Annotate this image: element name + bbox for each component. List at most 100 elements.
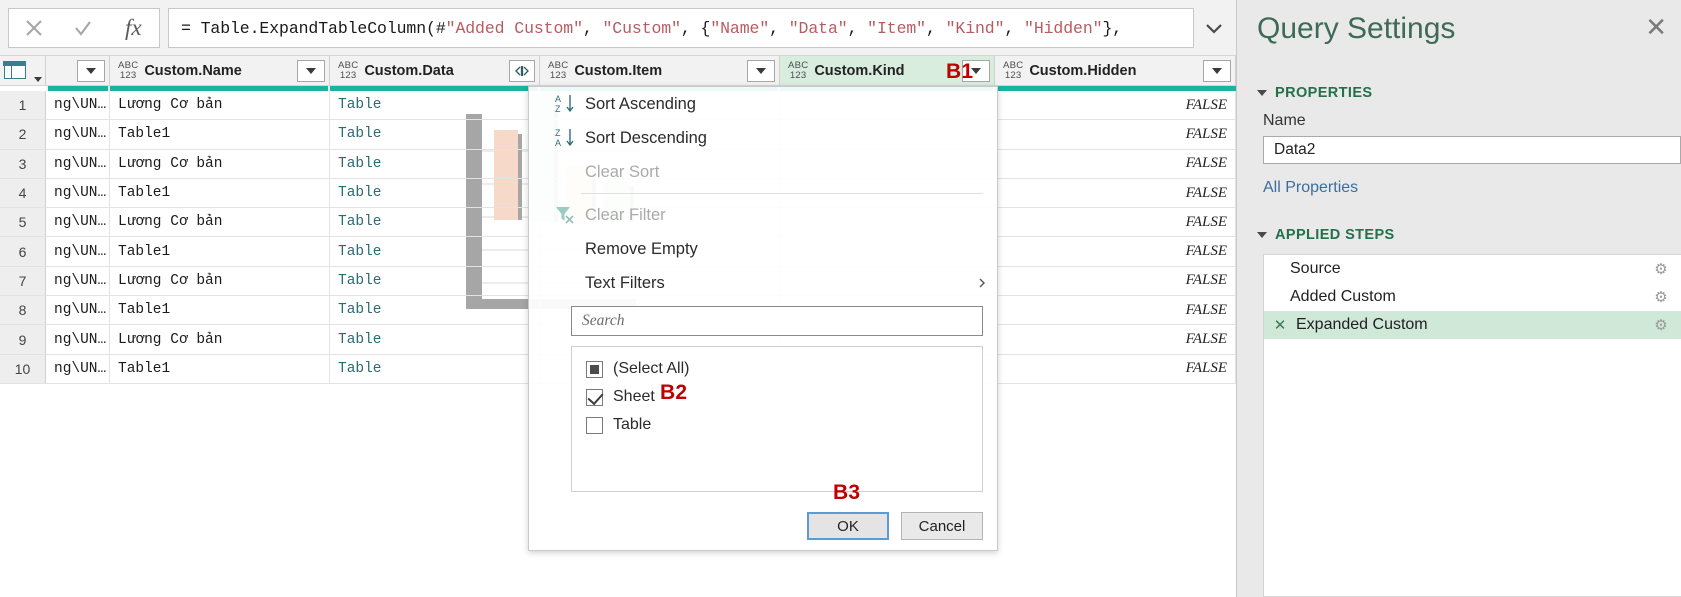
- cancel-button[interactable]: Cancel: [901, 512, 983, 540]
- gear-icon[interactable]: ⚙: [1653, 288, 1669, 306]
- gear-icon[interactable]: ⚙: [1653, 316, 1669, 334]
- table-cell[interactable]: ng\UN…: [46, 266, 110, 296]
- applied-step-added-custom[interactable]: Added Custom ⚙: [1264, 283, 1681, 311]
- table-cell[interactable]: FALSE: [995, 296, 1236, 325]
- column-header-index[interactable]: [46, 56, 110, 85]
- search-placeholder: Search: [582, 312, 625, 329]
- table-cell[interactable]: Table1: [110, 178, 330, 208]
- properties-section-header[interactable]: PROPERTIES: [1257, 85, 1372, 101]
- formula-input[interactable]: = Table.ExpandTableColumn(#"Added Custom…: [168, 8, 1194, 48]
- filter-value-list: (Select All) Sheet Table: [571, 346, 983, 492]
- table-cell[interactable]: ng\UN…: [46, 325, 110, 354]
- applied-step-label: Expanded Custom: [1296, 316, 1428, 333]
- menu-item-clear-filter[interactable]: Clear Filter: [529, 198, 997, 232]
- query-name-field[interactable]: Data2: [1263, 136, 1681, 164]
- ok-button[interactable]: OK: [807, 512, 889, 540]
- table-cell[interactable]: Table: [330, 91, 540, 120]
- menu-item-clear-sort[interactable]: Clear Sort: [529, 155, 997, 189]
- menu-item-label: Text Filters: [585, 273, 665, 292]
- table-cell[interactable]: FALSE: [995, 266, 1236, 296]
- query-settings-panel: Query Settings ✕ PROPERTIES Name Data2 A…: [1236, 0, 1681, 597]
- list-item-label: (Select All): [613, 360, 690, 377]
- table-cell[interactable]: Table: [330, 325, 540, 354]
- menu-item-sort-descending[interactable]: Z A Sort Descending: [529, 121, 997, 155]
- table-cell[interactable]: ng\UN…: [46, 296, 110, 325]
- column-filter-button[interactable]: [747, 59, 775, 82]
- checkbox-table[interactable]: [586, 416, 603, 434]
- table-cell[interactable]: Table1: [110, 296, 330, 325]
- table-cell[interactable]: FALSE: [995, 354, 1236, 383]
- close-icon[interactable]: ✕: [1645, 14, 1667, 40]
- list-item[interactable]: Sheet: [572, 383, 982, 411]
- all-properties-link[interactable]: All Properties: [1263, 179, 1358, 197]
- table-cell[interactable]: ng\UN…: [46, 120, 110, 149]
- column-header-custom-item[interactable]: ABC 123 Custom.Item: [540, 56, 780, 85]
- table-cell[interactable]: Lương Cơ bản: [110, 325, 330, 354]
- column-filter-button[interactable]: [297, 59, 325, 82]
- checkbox--select-all-[interactable]: [586, 360, 603, 378]
- table-cell[interactable]: ng\UN…: [46, 149, 110, 178]
- menu-item-sort-ascending[interactable]: A Z Sort Ascending: [529, 87, 997, 121]
- accept-formula-icon[interactable]: [58, 9, 107, 47]
- list-item[interactable]: Table: [572, 411, 982, 439]
- applied-steps-section-header[interactable]: APPLIED STEPS: [1257, 227, 1395, 243]
- table-cell[interactable]: Table1: [110, 237, 330, 266]
- menu-item-remove-empty[interactable]: Remove Empty: [529, 232, 997, 266]
- table-cell[interactable]: Table: [330, 208, 540, 237]
- table-cell[interactable]: Lương Cơ bản: [110, 266, 330, 296]
- table-cell[interactable]: Table1: [110, 354, 330, 383]
- chevron-down-icon: [756, 67, 766, 74]
- column-filter-button[interactable]: [77, 59, 105, 82]
- table-cell[interactable]: Table: [330, 149, 540, 178]
- delete-step-icon[interactable]: ✕: [1272, 316, 1288, 334]
- column-header-custom-hidden[interactable]: ABC 123 Custom.Hidden: [995, 56, 1236, 85]
- type-abc123-icon: ABC 123: [548, 59, 569, 81]
- applied-step-label: Added Custom: [1290, 288, 1396, 305]
- table-cell[interactable]: Table: [330, 296, 540, 325]
- menu-item-text-filters[interactable]: Text Filters: [529, 266, 997, 300]
- checkbox-sheet[interactable]: [586, 388, 603, 406]
- applied-step-expanded-custom[interactable]: ✕ Expanded Custom ⚙: [1264, 311, 1681, 339]
- select-all-corner[interactable]: [0, 56, 46, 85]
- svg-text:Z: Z: [555, 104, 561, 114]
- sort-descending-icon: ZA: [545, 127, 585, 149]
- table-cell[interactable]: Lương Cơ bản: [110, 208, 330, 237]
- table-cell[interactable]: ng\UN…: [46, 91, 110, 120]
- column-filter-button[interactable]: [1203, 59, 1231, 82]
- column-header-custom-data[interactable]: ABC 123 Custom.Data: [330, 56, 540, 85]
- list-item[interactable]: (Select All): [572, 355, 982, 383]
- cancel-formula-icon[interactable]: [9, 9, 58, 47]
- table-cell[interactable]: ng\UN…: [46, 208, 110, 237]
- type-abc123-icon: ABC 123: [118, 59, 139, 81]
- table-cell[interactable]: Table: [330, 354, 540, 383]
- table-cell[interactable]: Table: [330, 237, 540, 266]
- table-cell[interactable]: Table: [330, 266, 540, 296]
- expand-column-button[interactable]: [509, 59, 535, 82]
- table-cell[interactable]: ng\UN…: [46, 178, 110, 208]
- chevron-down-icon: [1257, 90, 1267, 96]
- table-cell[interactable]: FALSE: [995, 325, 1236, 354]
- row-number: 5: [0, 208, 46, 237]
- column-header-custom-name[interactable]: ABC 123 Custom.Name: [110, 56, 330, 85]
- table-cell[interactable]: FALSE: [995, 208, 1236, 237]
- search-input[interactable]: Search: [571, 306, 983, 336]
- table-cell[interactable]: ng\UN…: [46, 354, 110, 383]
- table-cell[interactable]: Table1: [110, 120, 330, 149]
- table-cell[interactable]: FALSE: [995, 91, 1236, 120]
- table-cell[interactable]: FALSE: [995, 120, 1236, 149]
- applied-step-source[interactable]: Source ⚙: [1264, 255, 1681, 283]
- menu-separator: [581, 193, 983, 194]
- table-cell[interactable]: Lương Cơ bản: [110, 91, 330, 120]
- table-cell[interactable]: FALSE: [995, 178, 1236, 208]
- page-title: Query Settings: [1257, 12, 1456, 45]
- formula-bar: fx = Table.ExpandTableColumn(#"Added Cus…: [0, 0, 1236, 56]
- gear-icon[interactable]: ⚙: [1653, 260, 1669, 278]
- table-cell[interactable]: Table: [330, 120, 540, 149]
- table-cell[interactable]: Lương Cơ bản: [110, 149, 330, 178]
- table-cell[interactable]: ng\UN…: [46, 237, 110, 266]
- table-cell[interactable]: FALSE: [995, 237, 1236, 266]
- table-cell[interactable]: Table: [330, 178, 540, 208]
- row-number: 10: [0, 354, 46, 383]
- table-cell[interactable]: FALSE: [995, 149, 1236, 178]
- chevron-down-icon[interactable]: [1196, 8, 1232, 48]
